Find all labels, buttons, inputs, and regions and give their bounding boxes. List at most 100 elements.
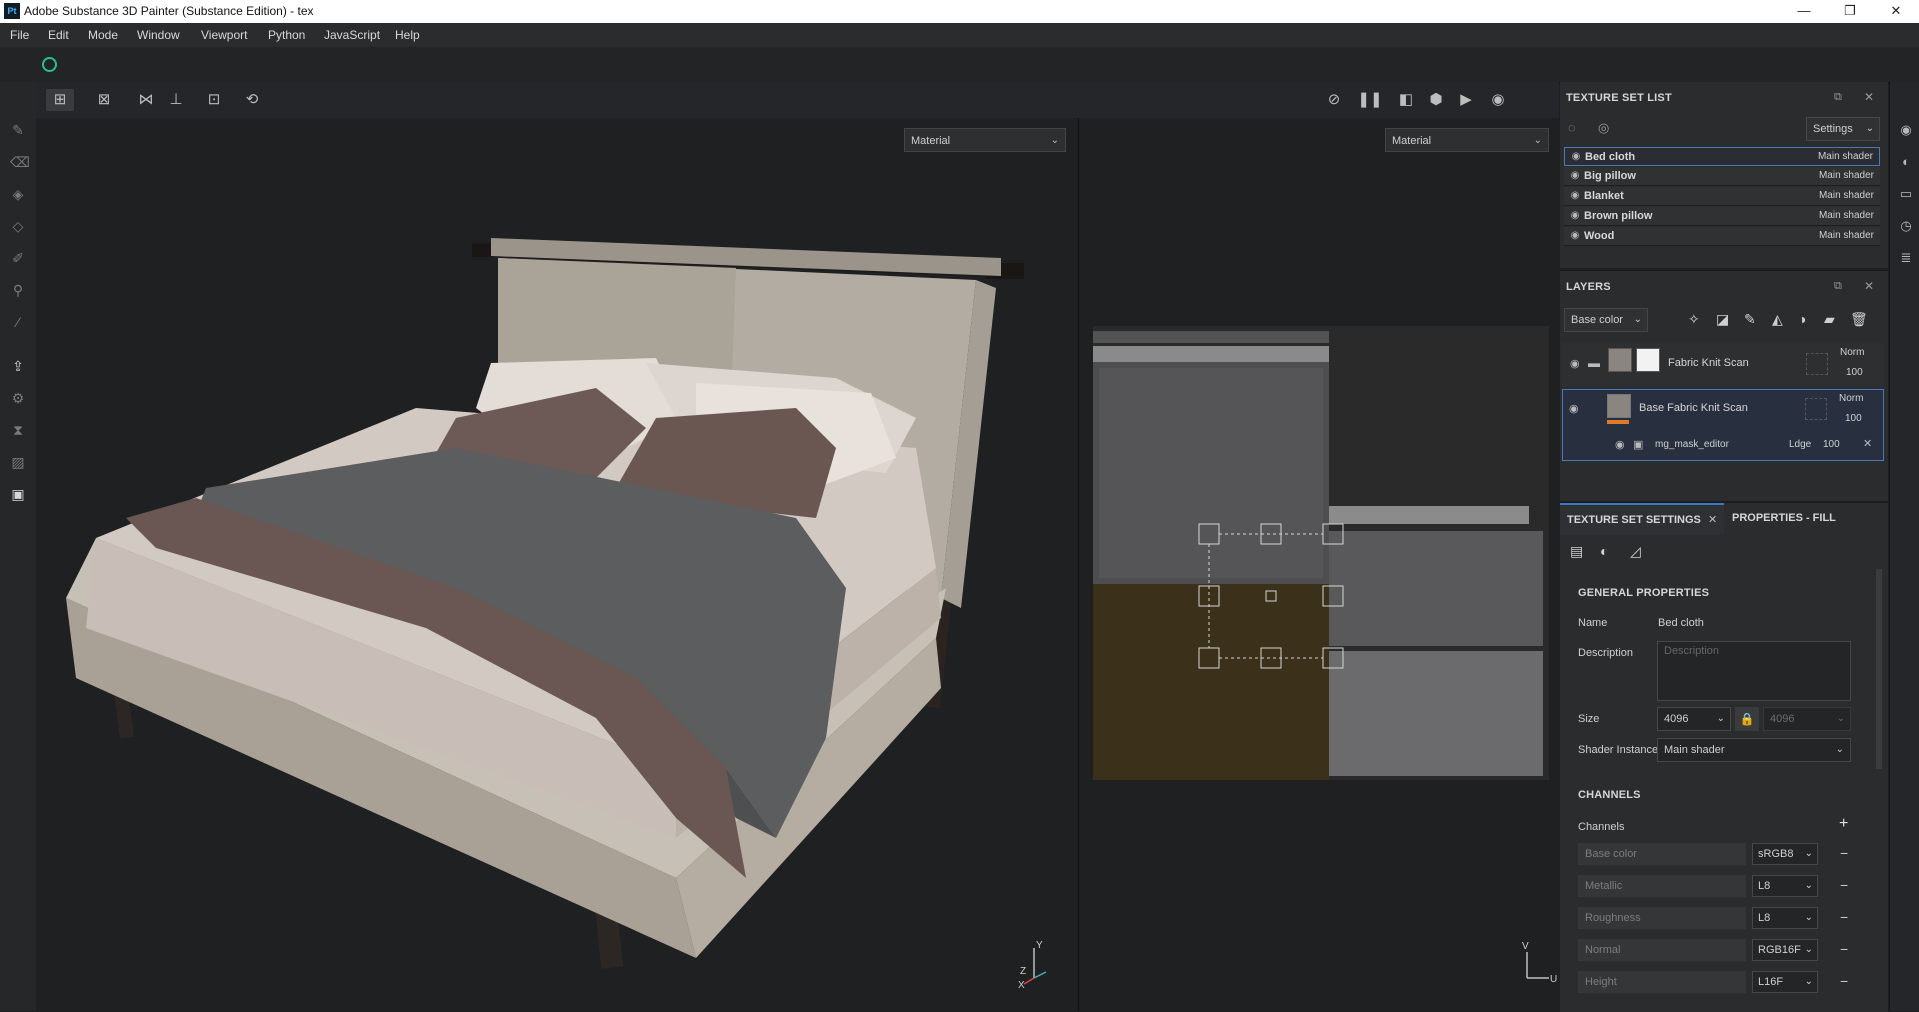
channel-format-select[interactable]: sRGB8 ⌄: [1752, 843, 1818, 865]
camera-video-icon[interactable]: ▶: [1452, 89, 1480, 111]
texture-set-bed-cloth[interactable]: ◉ Bed cloth Main shader: [1564, 147, 1880, 166]
texture-set-shader[interactable]: Main shader: [1819, 230, 1874, 241]
symmetry-icon[interactable]: ⋈: [132, 89, 160, 111]
blend-mode[interactable]: Norm: [1840, 347, 1864, 358]
sync-status-icon[interactable]: [42, 57, 57, 72]
layer-opacity[interactable]: 100: [1845, 413, 1862, 424]
smudge-icon[interactable]: ✐: [10, 250, 26, 266]
uv-icon[interactable]: ▨: [10, 454, 26, 470]
menu-viewport[interactable]: Viewport: [201, 28, 247, 42]
description-field[interactable]: Description: [1657, 641, 1851, 701]
effect-blend-mode[interactable]: Ldge: [1789, 439, 1811, 450]
remove-channel-icon[interactable]: −: [1840, 973, 1848, 989]
texture-set-shader[interactable]: Main shader: [1819, 210, 1874, 221]
menu-edit[interactable]: Edit: [48, 28, 69, 42]
tab-properties-fill[interactable]: PROPERTIES - FILL: [1724, 503, 1888, 535]
viewport-2d-mode-select[interactable]: Material ⌄: [1385, 128, 1549, 152]
projection-icon[interactable]: ◈: [10, 186, 26, 202]
texture-set-blanket[interactable]: ◉ Blanket Main shader: [1564, 187, 1880, 206]
add-folder-icon[interactable]: ▰: [1824, 311, 1835, 328]
uv-island-icon[interactable]: ◿: [1630, 543, 1641, 560]
menu-window[interactable]: Window: [137, 28, 180, 42]
display-settings-icon[interactable]: ◉: [1898, 122, 1914, 138]
menu-python[interactable]: Python: [268, 28, 305, 42]
screenshot-camera-icon[interactable]: ◉: [1484, 89, 1512, 111]
minimize-button[interactable]: —: [1781, 0, 1827, 23]
history-panel-icon[interactable]: ◷: [1898, 218, 1914, 234]
hide-all-icon[interactable]: ◌: [1568, 120, 1576, 135]
texture-set-icon[interactable]: ▤: [1570, 543, 1583, 560]
layer-row[interactable]: ◉ ▬ Fabric Knit Scan Norm 100: [1562, 343, 1884, 387]
close-window-button[interactable]: ✕: [1873, 0, 1919, 23]
screenshot-icon[interactable]: ▣: [10, 486, 26, 502]
lock-icon[interactable]: 🔒: [1735, 707, 1759, 731]
viewport-2d-uv[interactable]: Material ⌄ V U: [1078, 118, 1560, 1011]
channel-format-select[interactable]: L8 ⌄: [1752, 907, 1818, 929]
archive-icon[interactable]: ▭: [1898, 186, 1914, 202]
channel-select[interactable]: Base color ⌄: [1564, 308, 1648, 332]
close-panel-icon[interactable]: ✕: [1864, 279, 1874, 293]
visibility-eye-icon[interactable]: ◉: [1570, 151, 1582, 163]
texture-set-shader[interactable]: Main shader: [1819, 190, 1874, 201]
effect-opacity[interactable]: 100: [1823, 439, 1840, 450]
add-effect-icon[interactable]: ✧: [1688, 311, 1700, 328]
add-channel-icon[interactable]: +: [1839, 815, 1848, 833]
close-panel-icon[interactable]: ✕: [1864, 90, 1874, 104]
viewport-3d[interactable]: Material ⌄ Y Z X: [36, 118, 1077, 1011]
remove-effect-icon[interactable]: ✕: [1863, 437, 1872, 450]
add-paint-layer-icon[interactable]: ✎: [1744, 311, 1756, 328]
settings-dropdown[interactable]: Settings ⌄: [1806, 117, 1880, 141]
paint-brush-icon[interactable]: ✎: [10, 122, 26, 138]
eye-icon[interactable]: ◎: [1598, 120, 1609, 136]
bake-settings-icon[interactable]: ⚙: [10, 390, 26, 406]
export-icon[interactable]: ⇪: [10, 358, 26, 374]
frame-icon[interactable]: ⊡: [200, 89, 228, 111]
remove-channel-icon[interactable]: −: [1840, 877, 1848, 893]
remove-channel-icon[interactable]: −: [1840, 845, 1848, 861]
texture-set-wood[interactable]: ◉ Wood Main shader: [1564, 227, 1880, 246]
color-picker-icon[interactable]: ⁄: [10, 314, 26, 330]
pause-icon[interactable]: ❚❚: [1356, 89, 1384, 111]
layer-row-selected[interactable]: ◉ Base Fabric Knit Scan Norm 100 ◉ ▣ mg_…: [1562, 389, 1884, 461]
menu-mode[interactable]: Mode: [88, 28, 118, 42]
name-value[interactable]: Bed cloth: [1658, 617, 1704, 629]
channel-format-select[interactable]: L8 ⌄: [1752, 875, 1818, 897]
channel-format-select[interactable]: L16F ⌄: [1752, 971, 1818, 993]
add-smart-material-icon[interactable]: ◑: [1798, 311, 1806, 327]
align-icon[interactable]: ⊥: [162, 89, 190, 111]
log-icon[interactable]: ≣: [1898, 250, 1914, 266]
history-icon[interactable]: ⟲: [238, 89, 266, 111]
hide-overlay-icon[interactable]: ⊘: [1320, 89, 1348, 111]
visibility-eye-icon[interactable]: ◉: [1569, 190, 1581, 202]
close-tab-icon[interactable]: ✕: [1708, 513, 1717, 526]
visibility-eye-icon[interactable]: ◉: [1569, 210, 1581, 222]
visibility-eye-icon[interactable]: ◉: [1569, 170, 1581, 182]
remove-channel-icon[interactable]: −: [1840, 909, 1848, 925]
tab-texture-set-settings[interactable]: TEXTURE SET SETTINGS ✕: [1560, 503, 1724, 535]
shader-settings-icon[interactable]: ◐: [1898, 154, 1914, 170]
texture-set-big-pillow[interactable]: ◉ Big pillow Main shader: [1564, 167, 1880, 186]
channel-format-select[interactable]: RGB16F ⌄: [1752, 939, 1818, 961]
eraser-icon[interactable]: ⌫: [10, 154, 30, 170]
shader-instance-select[interactable]: Main shader ⌄: [1657, 738, 1851, 762]
menu-help[interactable]: Help: [395, 28, 420, 42]
layer-opacity[interactable]: 100: [1846, 367, 1863, 378]
visibility-eye-icon[interactable]: ◉: [1570, 357, 1580, 370]
effect-eye-icon[interactable]: ◉: [1615, 438, 1625, 451]
add-fill-layer-icon[interactable]: ◭: [1772, 311, 1783, 328]
scrollbar[interactable]: [1876, 569, 1882, 769]
undock-icon[interactable]: ⧉: [1834, 280, 1842, 293]
texture-set-shader[interactable]: Main shader: [1819, 170, 1874, 181]
texture-set-brown-pillow[interactable]: ◉ Brown pillow Main shader: [1564, 207, 1880, 226]
delete-layer-icon[interactable]: 🗑: [1850, 311, 1868, 328]
texture-set-shader[interactable]: Main shader: [1818, 151, 1873, 162]
size-select[interactable]: 4096 ⌄: [1657, 707, 1731, 731]
menu-file[interactable]: File: [10, 28, 29, 42]
shader-icon[interactable]: ◐: [1600, 543, 1608, 559]
clone-stamp-icon[interactable]: ⚲: [10, 282, 26, 298]
add-mask-icon[interactable]: ◪: [1716, 311, 1729, 328]
polygon-fill-icon[interactable]: ◇: [10, 218, 26, 234]
menu-javascript[interactable]: JavaScript: [324, 28, 380, 42]
blend-mode[interactable]: Norm: [1839, 393, 1863, 404]
visibility-eye-icon[interactable]: ◉: [1569, 402, 1579, 415]
